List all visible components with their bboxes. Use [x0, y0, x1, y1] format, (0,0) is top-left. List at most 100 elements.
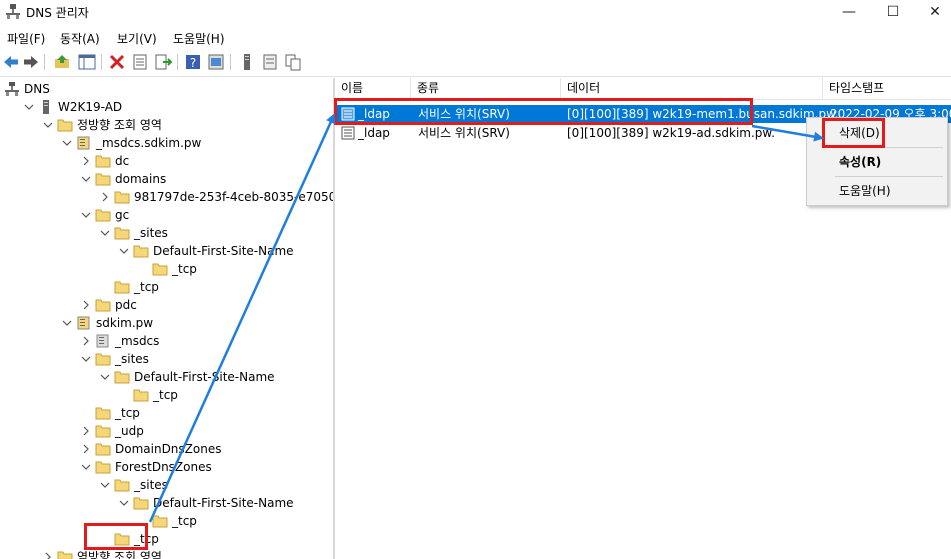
context-menu-separator — [835, 176, 943, 177]
dns-app-icon — [6, 4, 20, 19]
folder-icon — [133, 497, 149, 510]
close-button[interactable]: ✕ — [912, 0, 951, 24]
cell-data: [0][100][389] w2k19-ad.sdkim.pw. — [567, 126, 775, 140]
tree-node-label: domains — [115, 172, 167, 186]
folder-icon — [95, 407, 111, 420]
cell-name: _ldap — [358, 126, 390, 140]
folder-icon — [114, 191, 130, 204]
tree-node-label: 981797de-253f-4ceb-8035-e705056e5 — [134, 190, 333, 204]
context-menu-properties-label: 속성(R) — [839, 155, 882, 169]
chevron-right-icon[interactable] — [80, 296, 92, 314]
help-icon[interactable]: ? — [184, 53, 202, 71]
chevron-down-icon[interactable] — [80, 350, 92, 368]
menu-action[interactable]: 동작(A) — [60, 30, 100, 47]
tree-node-label: _sites — [134, 478, 168, 492]
title-bar: DNS 관리자 — ☐ ✕ — [0, 0, 951, 24]
tree-node-label: _msdcs — [115, 334, 160, 348]
minimize-button[interactable]: — — [826, 0, 872, 24]
properties-icon[interactable] — [131, 53, 149, 71]
forward-arrow-icon[interactable] — [22, 53, 40, 71]
column-header-timestamp[interactable]: 타임스탬프 — [823, 78, 951, 98]
context-menu-delete[interactable]: 삭제(D) — [807, 123, 947, 143]
chevron-right-icon[interactable] — [80, 422, 92, 440]
copy-icon[interactable] — [284, 53, 302, 71]
folder-icon — [95, 425, 111, 438]
folder-icon — [95, 461, 111, 474]
dns-icon — [5, 82, 19, 96]
menu-help[interactable]: 도움말(H) — [173, 30, 225, 47]
context-menu-help[interactable]: 도움말(H) — [807, 181, 947, 201]
up-folder-icon[interactable] — [53, 53, 71, 71]
chevron-down-icon[interactable] — [42, 116, 54, 134]
tree-node-label: Default-First-Site-Name — [134, 370, 275, 384]
column-header-name[interactable]: 이름 — [335, 78, 411, 98]
back-arrow-icon[interactable] — [2, 53, 20, 71]
menu-bar: 파일(F) 동작(A) 보기(V) 도움말(H) — [0, 27, 951, 47]
list-header: 이름 종류 데이터 타임스탬프 — [335, 78, 951, 100]
folder-icon — [95, 443, 111, 456]
folder-icon — [95, 299, 111, 312]
zone-icon — [96, 334, 109, 348]
server-icon[interactable] — [238, 53, 256, 71]
chevron-down-icon[interactable] — [118, 242, 130, 260]
chevron-right-icon[interactable] — [42, 548, 54, 559]
chevron-right-icon[interactable] — [80, 440, 92, 458]
maximize-button[interactable]: ☐ — [870, 0, 916, 24]
chevron-down-icon[interactable] — [80, 170, 92, 188]
toolbar: ? — [0, 50, 951, 77]
tree-node-label: DomainDnsZones — [115, 442, 222, 456]
folder-icon — [114, 533, 130, 546]
chevron-down-icon[interactable] — [23, 98, 35, 116]
context-menu-properties[interactable]: 속성(R) — [807, 152, 947, 172]
folder-icon — [114, 479, 130, 492]
tree-node-label: _tcp — [172, 514, 197, 528]
tree-node-label: 역방향 조회 영역 — [77, 550, 162, 559]
cell-type: 서비스 위치(SRV) — [418, 126, 510, 140]
cell-name: _ldap — [358, 107, 390, 121]
tree-node-label: _sites — [115, 352, 149, 366]
chevron-down-icon[interactable] — [99, 368, 111, 386]
tree-node-label: _tcp — [115, 406, 140, 420]
show-hide-tree-icon[interactable] — [78, 53, 96, 71]
mmc-icon[interactable] — [207, 53, 225, 71]
folder-icon — [133, 389, 149, 402]
folder-icon — [95, 173, 111, 186]
delete-icon[interactable] — [108, 53, 126, 71]
tree-node-label: _tcp — [134, 280, 159, 294]
folder-icon — [95, 209, 111, 222]
folder-icon — [95, 353, 111, 366]
chevron-down-icon[interactable] — [118, 494, 130, 512]
chevron-down-icon[interactable] — [80, 458, 92, 476]
tree-node-label: 정방향 조회 영역 — [77, 118, 162, 132]
chevron-down-icon[interactable] — [61, 134, 73, 152]
zone-icon — [77, 136, 90, 150]
folder-icon — [114, 371, 130, 384]
folder-icon — [114, 227, 130, 240]
folder-icon — [57, 551, 73, 559]
folder-icon — [152, 263, 168, 276]
menu-file[interactable]: 파일(F) — [7, 30, 45, 47]
tree-node-label: Default-First-Site-Name — [153, 244, 294, 258]
chevron-right-icon[interactable] — [80, 152, 92, 170]
folder-icon — [152, 515, 168, 528]
chevron-right-icon[interactable] — [99, 188, 111, 206]
menu-view[interactable]: 보기(V) — [117, 30, 157, 47]
context-menu: 삭제(D) 속성(R) 도움말(H) — [806, 117, 948, 206]
chevron-down-icon[interactable] — [99, 224, 111, 242]
list-icon[interactable] — [261, 53, 279, 71]
context-menu-delete-label: 삭제(D) — [839, 126, 880, 140]
cell-data: [0][100][389] w2k19-mem1.busan.sdkim.pw. — [567, 107, 839, 121]
chevron-right-icon[interactable] — [80, 332, 92, 350]
tree-node-label: _sites — [134, 226, 168, 240]
export-list-icon[interactable] — [154, 53, 172, 71]
folder-icon — [95, 155, 111, 168]
chevron-down-icon[interactable] — [99, 476, 111, 494]
console-tree: DNS W2K19-AD 정방향 조회 영역 _msdcs.sdkim.pw dc dom… — [0, 78, 333, 559]
tree-node-label: _msdcs.sdkim.pw — [96, 136, 202, 150]
chevron-down-icon[interactable] — [80, 206, 92, 224]
chevron-down-icon[interactable] — [61, 314, 73, 332]
srv-record-icon — [341, 126, 355, 140]
folder-icon — [133, 245, 149, 258]
column-header-data[interactable]: 데이터 — [561, 78, 823, 98]
column-header-type[interactable]: 종류 — [411, 78, 561, 98]
